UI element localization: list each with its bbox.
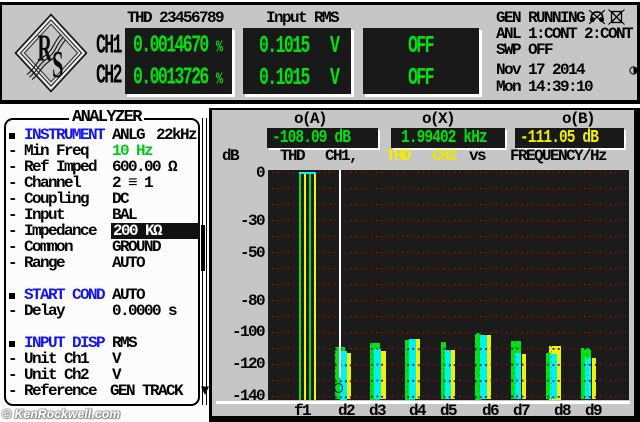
svg-text:R: R bbox=[37, 27, 52, 69]
svg-text:S: S bbox=[52, 43, 63, 85]
